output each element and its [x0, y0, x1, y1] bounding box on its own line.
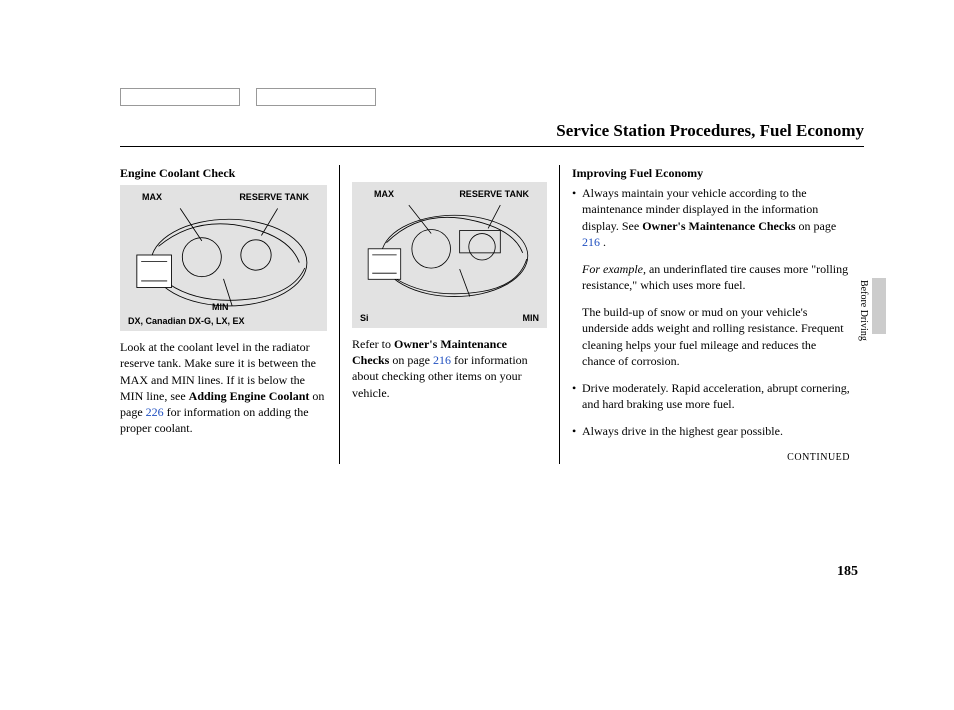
b1-text-d: . [600, 235, 606, 249]
col2-page-link[interactable]: 216 [433, 353, 451, 367]
snow-para: The build-up of snow or mud on your vehi… [582, 304, 850, 369]
b1-page-link[interactable]: 216 [582, 235, 600, 249]
fig1-reserve-label: RESERVE TANK [239, 191, 309, 203]
fig2-min-label: MIN [523, 312, 540, 324]
bullet-highest-gear: Always drive in the highest gear possibl… [572, 423, 850, 439]
example-lead: For example, [582, 262, 646, 276]
column-2: MAX RESERVE TANK [340, 165, 560, 464]
fig2-max-label: MAX [374, 188, 394, 200]
col1-heading: Engine Coolant Check [120, 165, 327, 181]
col2-text-c: on page [389, 353, 433, 367]
bullet-drive-moderately: Drive moderately. Rapid acceleration, ab… [572, 380, 850, 412]
engine-diagram-icon [126, 203, 321, 311]
col1-paragraph: Look at the coolant level in the radiato… [120, 339, 327, 436]
content-columns: Engine Coolant Check MAX RESERVE TANK [120, 165, 864, 464]
page-number: 185 [837, 563, 858, 582]
col1-text-bold: Adding Engine Coolant [189, 389, 310, 403]
example-para: For example, an underinflated tire cause… [582, 261, 850, 293]
col2-paragraph: Refer to Owner's Maintenance Checks on p… [352, 336, 547, 401]
continued-label: CONTINUED [572, 451, 850, 465]
column-3: Improving Fuel Economy Always maintain y… [560, 165, 850, 464]
fig1-max-label: MAX [142, 191, 162, 203]
top-box-2 [256, 88, 376, 106]
figure-coolant-si: MAX RESERVE TANK [352, 182, 547, 328]
engine-diagram-icon [358, 200, 541, 302]
thumb-tab [872, 278, 886, 334]
col2-text-a: Refer to [352, 337, 394, 351]
fig2-reserve-label: RESERVE TANK [459, 188, 529, 200]
fig1-min-label: MIN [212, 301, 229, 313]
top-box-1 [120, 88, 240, 106]
fuel-economy-list-2: Drive moderately. Rapid acceleration, ab… [572, 380, 850, 440]
column-1: Engine Coolant Check MAX RESERVE TANK [120, 165, 340, 464]
figure-coolant-dx: MAX RESERVE TANK MIN [120, 185, 327, 331]
section-side-label: Before Driving [857, 280, 871, 341]
b1-text-c: on page [796, 219, 837, 233]
page-title: Service Station Procedures, Fuel Economy [120, 120, 864, 147]
col1-page-link[interactable]: 226 [146, 405, 164, 419]
fig1-caption: DX, Canadian DX-G, LX, EX [128, 315, 245, 327]
top-placeholder-boxes [120, 88, 376, 106]
fig2-caption-left: Si [360, 312, 369, 324]
col3-heading: Improving Fuel Economy [572, 165, 850, 181]
bullet-maintain: Always maintain your vehicle according t… [572, 185, 850, 250]
fuel-economy-list: Always maintain your vehicle according t… [572, 185, 850, 250]
b1-text-bold: Owner's Maintenance Checks [642, 219, 795, 233]
